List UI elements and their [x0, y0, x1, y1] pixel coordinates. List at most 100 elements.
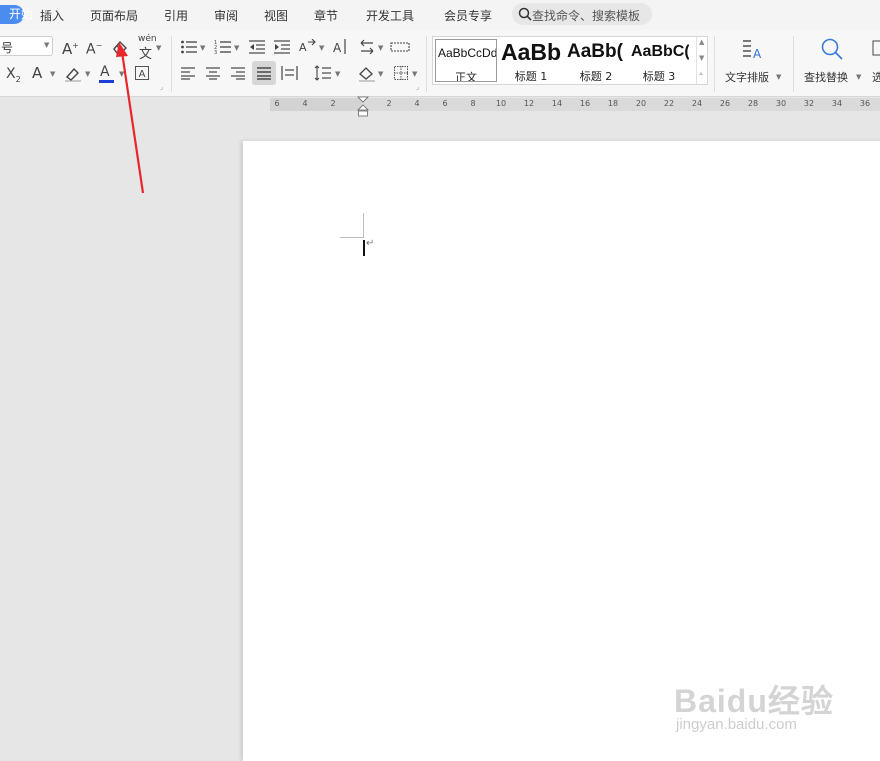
font-size-select[interactable]: 号 ▼: [0, 36, 53, 56]
tab-member[interactable]: 会员专享: [444, 7, 492, 24]
ruler-tick-label: 20: [635, 99, 647, 108]
tab-references[interactable]: 引用: [164, 7, 188, 24]
chevron-down-icon[interactable]: ▼: [378, 44, 383, 52]
separator: [426, 36, 427, 92]
justify-button[interactable]: [252, 61, 276, 85]
text-layout-button[interactable]: A 文字排版 ▼: [720, 32, 782, 92]
select-label: 选: [872, 71, 880, 84]
line-break-icon[interactable]: [358, 39, 376, 55]
style-heading-3[interactable]: AaBbC( 标题 3: [629, 39, 689, 82]
chevron-down-icon[interactable]: ▼: [335, 70, 340, 78]
tab-chapter[interactable]: 章节: [314, 7, 338, 24]
ruler-tick-label: 18: [607, 99, 619, 108]
increase-font-size-icon[interactable]: A+: [62, 38, 79, 57]
svg-text:3: 3: [214, 50, 217, 55]
style-name: 正文: [455, 71, 477, 82]
table-tools-icon[interactable]: [390, 39, 410, 55]
ruler-tick-label: 36: [859, 99, 871, 108]
font-size-value: 号: [1, 41, 14, 55]
chevron-down-icon[interactable]: ▼: [234, 44, 239, 52]
ruler-tick-label: 6: [442, 99, 448, 108]
command-search-box[interactable]: 查找命令、搜索模板: [512, 3, 652, 25]
text-effect-icon[interactable]: A: [32, 65, 42, 81]
ruler-tick-label: 30: [775, 99, 787, 108]
increase-indent-icon[interactable]: [273, 39, 291, 55]
margin-corner-mark: [363, 213, 364, 237]
font-dialog-launcher-icon[interactable]: ⌟: [160, 83, 163, 91]
style-name: 标题 1: [514, 70, 548, 82]
chevron-down-icon: ▼: [44, 41, 50, 49]
search-placeholder: 查找命令、搜索模板: [532, 9, 641, 23]
shading-icon[interactable]: [358, 65, 376, 82]
highlight-icon[interactable]: [64, 65, 82, 82]
chevron-down-icon[interactable]: ▼: [319, 44, 324, 52]
subscript-icon[interactable]: X2: [6, 66, 21, 88]
chevron-down-icon[interactable]: ▼: [412, 70, 417, 78]
margin-corner-mark: [340, 237, 364, 238]
text-cursor: [363, 240, 365, 256]
tab-start[interactable]: 开始: [0, 5, 33, 24]
ruler-tick-label: 4: [414, 99, 420, 108]
ruler-tick-label: 16: [579, 99, 591, 108]
select-button[interactable]: 选: [868, 32, 880, 92]
decrease-font-size-icon[interactable]: A−: [86, 38, 102, 58]
expand-gallery-icon[interactable]: ⩡: [699, 70, 703, 79]
tab-review[interactable]: 审阅: [214, 7, 238, 24]
align-center-icon[interactable]: [205, 66, 221, 80]
font-color-icon[interactable]: A: [100, 64, 110, 80]
tab-page-layout[interactable]: 页面布局: [90, 7, 138, 24]
ruler-tick-label: 34: [831, 99, 843, 108]
chevron-down-icon[interactable]: ▼: [156, 44, 161, 52]
find-replace-label: 查找替换: [804, 71, 848, 84]
ruler-tick-label: 14: [551, 99, 563, 108]
annotation-arrow-icon: [116, 42, 145, 194]
text-layout-icon: A: [743, 40, 762, 61]
styles-gallery: AaBbCcDd 正文 AaBb 标题 1 AaBb( 标题 2 AaBbC( …: [432, 36, 708, 85]
style-preview: AaBbCcDd: [438, 46, 497, 60]
style-heading-2[interactable]: AaBb( 标题 2: [565, 39, 627, 82]
style-preview: AaBbC(: [631, 43, 689, 60]
tab-view[interactable]: 视图: [264, 7, 288, 24]
svg-text:A: A: [299, 41, 307, 54]
style-heading-1[interactable]: AaBb 标题 1: [499, 39, 563, 82]
find-replace-button[interactable]: 查找替换 ▼: [800, 32, 864, 92]
paragraph-mark-icon: ↵: [366, 238, 375, 249]
styles-gallery-scroller: ▲ ▼ ⩡: [696, 37, 708, 84]
bullet-list-icon[interactable]: [180, 39, 198, 55]
separator: [714, 36, 715, 92]
style-preview: AaBb: [501, 39, 562, 65]
style-name: 标题 2: [579, 70, 613, 82]
ruler-tick-label: 6: [274, 99, 280, 108]
select-cursor-icon: [872, 40, 880, 56]
chevron-down-icon[interactable]: ▼: [200, 44, 205, 52]
chevron-up-icon[interactable]: ▲: [699, 38, 704, 46]
chevron-down-icon[interactable]: ▼: [50, 70, 55, 78]
tab-developer[interactable]: 开发工具: [366, 7, 414, 24]
style-normal[interactable]: AaBbCcDd 正文: [435, 39, 497, 82]
tab-start-label: 开始: [8, 7, 33, 21]
ruler-tick-label: 28: [747, 99, 759, 108]
ruler-tick-label: 26: [719, 99, 731, 108]
distributed-align-icon[interactable]: [281, 65, 298, 81]
line-spacing-icon[interactable]: [314, 65, 332, 81]
document-page[interactable]: [243, 141, 880, 761]
chevron-down-icon[interactable]: ▼: [378, 70, 383, 78]
chevron-down-icon[interactable]: ▼: [85, 70, 90, 78]
sort-icon[interactable]: A: [332, 38, 349, 55]
borders-icon[interactable]: [393, 65, 409, 81]
decrease-indent-icon[interactable]: [248, 39, 266, 55]
tab-insert[interactable]: 插入: [40, 7, 64, 24]
svg-text:A: A: [753, 47, 762, 61]
separator: [793, 36, 794, 92]
text-layout-label: 文字排版: [725, 71, 769, 84]
ruler-tick-label: 22: [663, 99, 675, 108]
numbered-list-icon[interactable]: 1 2 3: [214, 39, 232, 55]
paragraph-dialog-launcher-icon[interactable]: ⌟: [416, 83, 419, 91]
indent-marker-icon[interactable]: [357, 96, 369, 118]
chevron-down-icon[interactable]: ▼: [699, 54, 704, 62]
style-preview: AaBb(: [567, 41, 623, 62]
chevron-down-icon: ▼: [856, 73, 862, 81]
align-left-icon[interactable]: [180, 66, 196, 80]
text-direction-icon[interactable]: A: [298, 39, 316, 55]
align-right-icon[interactable]: [230, 66, 246, 80]
